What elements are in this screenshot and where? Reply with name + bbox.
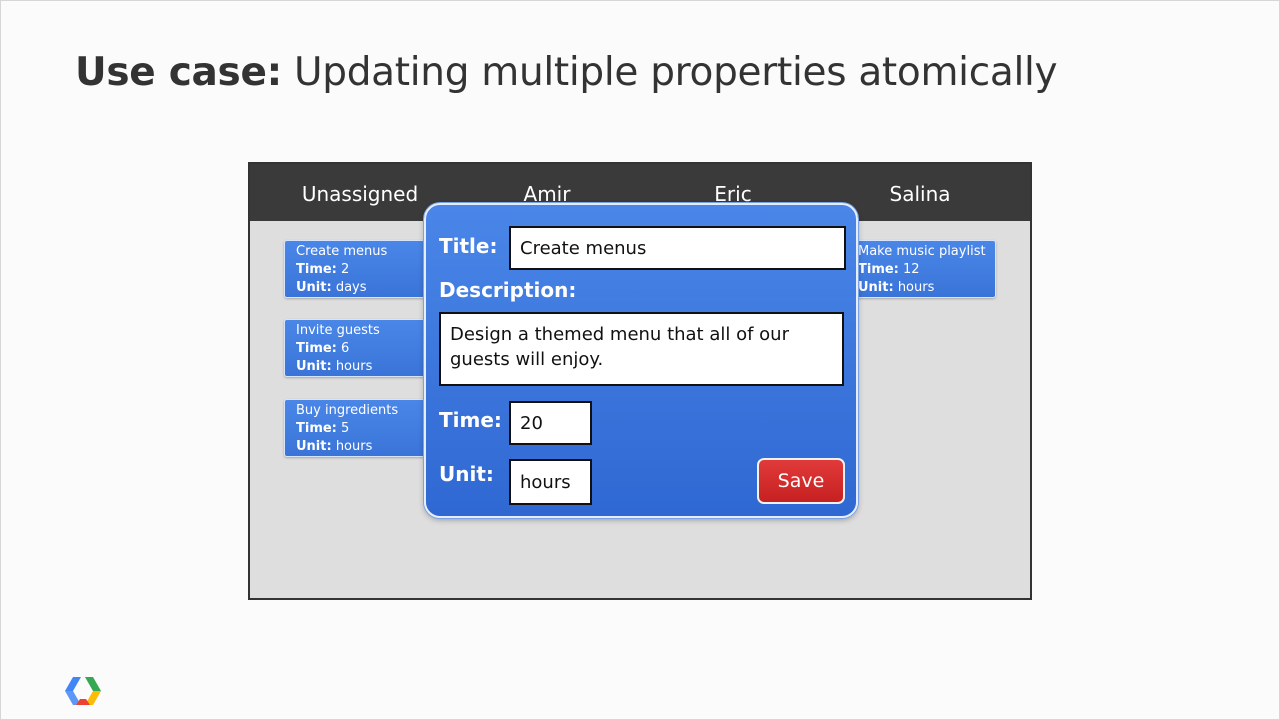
task-card-unit: Unit: hours: [858, 280, 935, 295]
task-card[interactable]: Make music playlist Time: 12 Unit: hours: [846, 240, 996, 298]
column-header-unassigned: Unassigned: [301, 182, 419, 206]
save-button[interactable]: Save: [757, 458, 845, 504]
task-card-unit: Unit: hours: [296, 359, 373, 374]
task-card-unit: Unit: days: [296, 280, 367, 295]
task-card-title: Make music playlist: [858, 244, 986, 259]
task-card[interactable]: Buy ingredients Time: 5 Unit: hours: [284, 399, 434, 457]
unit-field[interactable]: [509, 459, 592, 505]
column-header-salina: Salina: [889, 182, 951, 206]
edit-task-dialog: Title: Description: Design a themed menu…: [424, 203, 858, 518]
slide-title-rest: Updating multiple properties atomically: [281, 50, 1058, 95]
task-card-time: Time: 6: [296, 341, 350, 356]
task-card-time: Time: 2: [296, 262, 350, 277]
task-card-time: Time: 5: [296, 421, 350, 436]
slide-title-bold: Use case:: [75, 50, 282, 95]
task-card-unit: Unit: hours: [296, 439, 373, 454]
task-card-title: Buy ingredients: [296, 403, 399, 418]
time-label: Time:: [439, 408, 502, 432]
task-card[interactable]: Create menus Time: 2 Unit: days: [284, 240, 434, 298]
task-card[interactable]: Invite guests Time: 6 Unit: hours: [284, 319, 434, 377]
title-field[interactable]: [509, 226, 846, 270]
description-field[interactable]: Design a themed menu that all of our gue…: [439, 312, 844, 386]
title-label: Title:: [439, 234, 498, 258]
unit-label: Unit:: [439, 462, 494, 486]
task-card-title: Invite guests: [296, 323, 380, 338]
description-label: Description:: [439, 278, 577, 302]
task-card-time: Time: 12: [858, 262, 920, 277]
slide-title: Use case: Updating multiple properties a…: [75, 50, 1058, 95]
google-cloud-platform-logo-icon: [65, 677, 101, 705]
time-field[interactable]: [509, 401, 592, 445]
task-card-title: Create menus: [296, 244, 388, 259]
